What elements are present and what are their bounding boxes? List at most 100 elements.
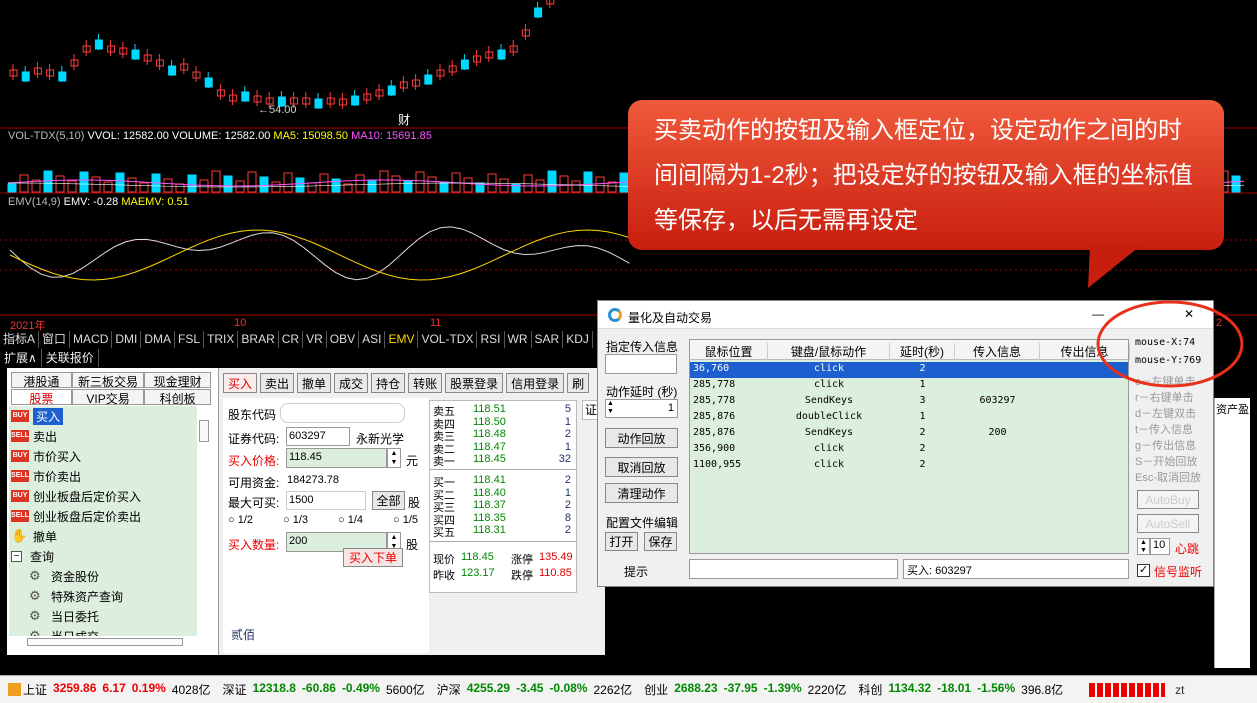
tree-item[interactable]: SELL 市价卖出 [9,466,197,486]
indicator-tab-5[interactable]: FSL [175,331,205,348]
tree-item[interactable]: SELL 创业板盘后定价卖出 [9,506,197,526]
toolbar-button-3[interactable]: 成交 [334,373,369,393]
index-item[interactable]: 创业 2688.23 -37.95 -1.39% 2220亿 [644,681,846,698]
emv-name: EMV(14,9) [8,196,61,208]
grid-cell: 285,876 [693,427,736,438]
indicator-tab-17[interactable]: KDJ [563,331,593,348]
delay-spinner-icon[interactable]: ▲ ▼ [607,400,614,416]
grid-row[interactable]: 356,900 click 2 [690,442,1128,458]
tree-item[interactable]: − 查询 [9,546,197,566]
cancel-replay-button[interactable]: 取消回放 [605,457,678,477]
save-config-button[interactable]: 保存 [644,532,677,551]
candle-body [497,49,506,60]
grid-row[interactable]: 285,876 SendKeys 2 200 [690,426,1128,442]
indicator-tab-0[interactable]: 指标A [0,331,40,348]
indicator-tab-16[interactable]: SAR [532,331,564,348]
vol-volume: VOLUME: 12582.00 [171,130,271,142]
fraction-radio[interactable]: ○ 1/5 [393,514,418,526]
toolbar-button-1[interactable]: 卖出 [260,373,295,393]
orderbook-row[interactable]: 买五 118.31 2 [433,524,573,539]
grid-row[interactable]: 285,778 click 1 [690,378,1128,394]
tree-item[interactable]: ⚙ 当日委托 [9,606,197,626]
tab-neeq[interactable]: 新三板交易 [71,372,145,389]
tab-stock[interactable]: 股票 [11,389,72,406]
indicator-tab-4[interactable]: DMA [141,331,176,348]
fraction-radio[interactable]: ○ 1/2 [228,514,253,526]
index-item[interactable]: 深证 12318.8 -60.86 -0.49% 5600亿 [223,681,425,698]
indicator-tab-7[interactable]: BRAR [238,331,279,348]
toolbar-button-7[interactable]: 信用登录 [506,373,565,393]
indicator-tab-14[interactable]: RSI [477,331,505,348]
tree-scrollbar[interactable] [199,420,209,442]
indicator-tab-2[interactable]: MACD [70,331,113,348]
grid-row[interactable]: 285,778 SendKeys 3 603297 [690,394,1128,410]
indicator-tab-6[interactable]: TRIX [204,331,239,348]
tree-item[interactable]: ⚙ 当日成交 [9,626,197,636]
tree-item[interactable]: BUY 买入 [9,406,197,426]
tree-item[interactable]: BUY 市价买入 [9,446,197,466]
toolbar-button-0[interactable]: 买入 [223,373,258,393]
indicator-tab-13[interactable]: VOL-TDX [418,331,478,348]
holder-code-select[interactable] [280,403,405,423]
indicator-tab-12[interactable]: EMV [385,331,419,348]
tree-item[interactable]: SELL 卖出 [9,426,197,446]
price-spinner[interactable]: ▲ ▼ [387,448,401,468]
index-amt: 4028亿 [171,683,211,697]
index-item[interactable]: 沪深 4255.29 -3.45 -0.08% 2262亿 [437,681,633,698]
clear-actions-button[interactable]: 清理动作 [605,483,678,503]
grid-column-header[interactable]: 传入信息 [955,343,1040,360]
toolbar-button-4[interactable]: 持仓 [371,373,406,393]
tab-expand[interactable]: 扩展∧ [0,349,42,367]
tab-star[interactable]: 科创板 [144,389,211,406]
submit-buy-button[interactable]: 买入下单 [343,548,403,567]
indicator-tab-8[interactable]: CR [279,331,304,348]
tab-cash[interactable]: 现金理财 [144,372,211,389]
toolbar-button-8[interactable]: 刷 [567,373,590,393]
index-item[interactable]: 科创 1134.32 -18.01 -1.56% 396.8亿 [858,681,1063,698]
tree-hscrollbar[interactable] [27,638,183,646]
indicator-tab-9[interactable]: VR [303,331,327,348]
highlight-ellipse [1096,300,1244,388]
tree-item[interactable]: BUY 创业板盘后定价买入 [9,486,197,506]
orderbook-row[interactable]: 卖一 118.45 32 [433,453,573,468]
indicator-tab-15[interactable]: WR [505,331,532,348]
tree-item[interactable]: ⚙ 特殊资产查询 [9,586,197,606]
tab-linked-quote[interactable]: 关联报价 [42,349,99,367]
in-info-input[interactable] [605,354,677,374]
toolbar-button-2[interactable]: 撤单 [297,373,332,393]
tab-hk-connect[interactable]: 港股通 [11,372,72,389]
grid-row[interactable]: 36,760 click 2 [690,362,1128,378]
grid-column-header[interactable]: 键盘/鼠标动作 [768,343,890,360]
signal-checkbox[interactable]: ✓ [1137,564,1150,577]
buy-icon: BUY [11,490,29,502]
indicator-tab-3[interactable]: DMI [112,331,142,348]
grid-row[interactable]: 1100,955 click 2 [690,458,1128,474]
autobuy-button[interactable]: AutoBuy [1137,490,1199,509]
grid-column-header[interactable]: 延时(秒) [890,343,955,360]
grid-column-header[interactable]: 鼠标位置 [690,343,768,360]
toolbar-button-5[interactable]: 转账 [408,373,443,393]
all-button[interactable]: 全部 [372,491,405,510]
indicator-tab-10[interactable]: OBV [327,331,360,348]
grid-cell: 36,760 [693,363,730,374]
price-input[interactable]: 118.45 [286,448,387,468]
heartbeat-input[interactable]: 10 [1150,538,1170,555]
autosell-button[interactable]: AutoSell [1137,514,1199,533]
tree-item[interactable]: ⚙ 资金股份 [9,566,197,586]
indicator-tab-1[interactable]: 窗口 [39,331,71,348]
index-item[interactable]: 上证 3259.86 6.17 0.19% 4028亿 [23,681,211,698]
tree-item[interactable]: ✋ 撤单 [9,526,197,546]
toolbar-button-6[interactable]: 股票登录 [445,373,504,393]
grid-row[interactable]: 285,876 doubleClick 1 [690,410,1128,426]
replay-button[interactable]: 动作回放 [605,428,678,448]
hint-input[interactable] [689,559,898,579]
indicator-tab-11[interactable]: ASI [359,331,386,348]
tab-vip[interactable]: VIP交易 [71,389,145,406]
fraction-radio[interactable]: ○ 1/4 [338,514,363,526]
stock-code-input[interactable]: 603297 [286,427,350,446]
fraction-radio[interactable]: ○ 1/3 [283,514,308,526]
summary-zt_label: 涨停 [511,554,533,566]
open-config-button[interactable]: 打开 [605,532,638,551]
heartbeat-spinner[interactable]: ▲ ▼ [1137,538,1150,555]
delay-input[interactable]: ▲ ▼ 1 [605,399,678,418]
